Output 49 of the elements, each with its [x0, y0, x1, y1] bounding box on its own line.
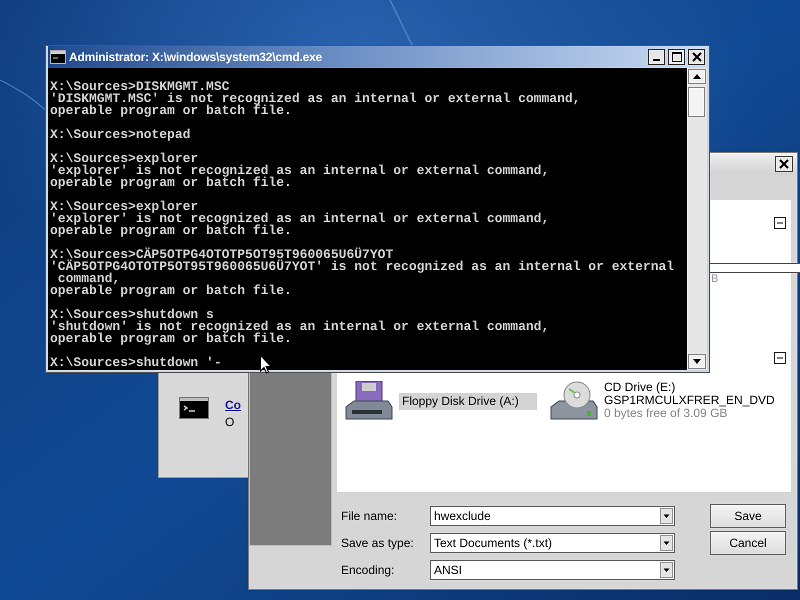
console-line: operable program or batch file.: [50, 177, 292, 189]
program-description: O: [225, 415, 236, 429]
close-button[interactable]: [775, 156, 793, 172]
console-line: 'explorer' is not recognized as an internal or external command,: [50, 213, 550, 225]
console-line: X:\Sources>shutdown s: [50, 309, 214, 321]
console-line: X:\Sources>explorer: [50, 201, 198, 213]
console-line: operable program or batch file.: [50, 285, 292, 297]
collapse-icon[interactable]: [774, 352, 786, 364]
drive-name[interactable]: Floppy Disk Drive (A:): [399, 393, 537, 410]
close-icon: [692, 52, 702, 62]
save-button[interactable]: Save: [710, 504, 786, 528]
console-line: X:\Sources>notepad: [50, 129, 190, 141]
drive-label: GSP1RMCULXFRER_EN_DVD: [604, 394, 775, 407]
terminal-icon: [179, 397, 209, 419]
window-title: Administrator: X:\windows\system32\cmd.exe: [69, 50, 324, 64]
field-label: Encoding:: [340, 562, 396, 576]
combo-field[interactable]: hwexclude: [430, 506, 675, 526]
cancel-button[interactable]: Cancel: [710, 530, 786, 554]
terminal-icon: [50, 50, 66, 64]
console-line: X:\Sources>CÄP5OTPG4OTOTP5OT95T960065U6Ü7YOT: [50, 249, 394, 261]
drive-name[interactable]: CD Drive (E:): [604, 381, 775, 394]
maximize-icon: [672, 52, 682, 62]
console-line: operable program or batch file.: [50, 105, 292, 117]
console-line: X:\Sources>shutdown '-: [50, 357, 222, 369]
maximize-button[interactable]: [668, 49, 685, 65]
program-link[interactable]: Co: [225, 398, 241, 412]
console-line: 'CÄP5OTPG4OTOTP5OT95T960065U6Ü7YOT' is not recognized as an internal or external: [50, 261, 674, 273]
drive-size-text: B: [711, 273, 720, 285]
minimize-button[interactable]: [648, 49, 665, 65]
collapse-icon[interactable]: [774, 217, 786, 229]
field-label: File name:: [340, 508, 398, 522]
scroll-up-icon[interactable]: [687, 68, 707, 85]
field-label: Save as type:: [340, 536, 415, 550]
console-line: 'DISKMGMT.MSC' is not recognized as an internal or external command,: [50, 93, 580, 105]
scrollbar[interactable]: [687, 68, 707, 370]
close-icon: [779, 159, 789, 169]
console-line: 'shutdown' is not recognized as an internal or external command,: [50, 321, 550, 333]
free-space-text: 0 bytes free of 3.09 GB: [604, 407, 728, 420]
scroll-thumb[interactable]: [688, 87, 705, 117]
scroll-down-icon[interactable]: [687, 353, 707, 370]
console-line: X:\Sources>DISKMGMT.MSC: [50, 81, 230, 93]
console-line: operable program or batch file.: [50, 333, 292, 345]
close-button[interactable]: [688, 49, 705, 65]
console-line: operable program or batch file.: [50, 225, 292, 237]
console-line: X:\Sources>explorer: [50, 153, 198, 165]
console-line: command,: [58, 273, 120, 285]
console-line: 'explorer' is not recognized as an internal or external command,: [50, 165, 550, 177]
combo-field[interactable]: Text Documents (*.txt): [430, 532, 675, 552]
combo-field[interactable]: ANSI: [430, 560, 675, 580]
